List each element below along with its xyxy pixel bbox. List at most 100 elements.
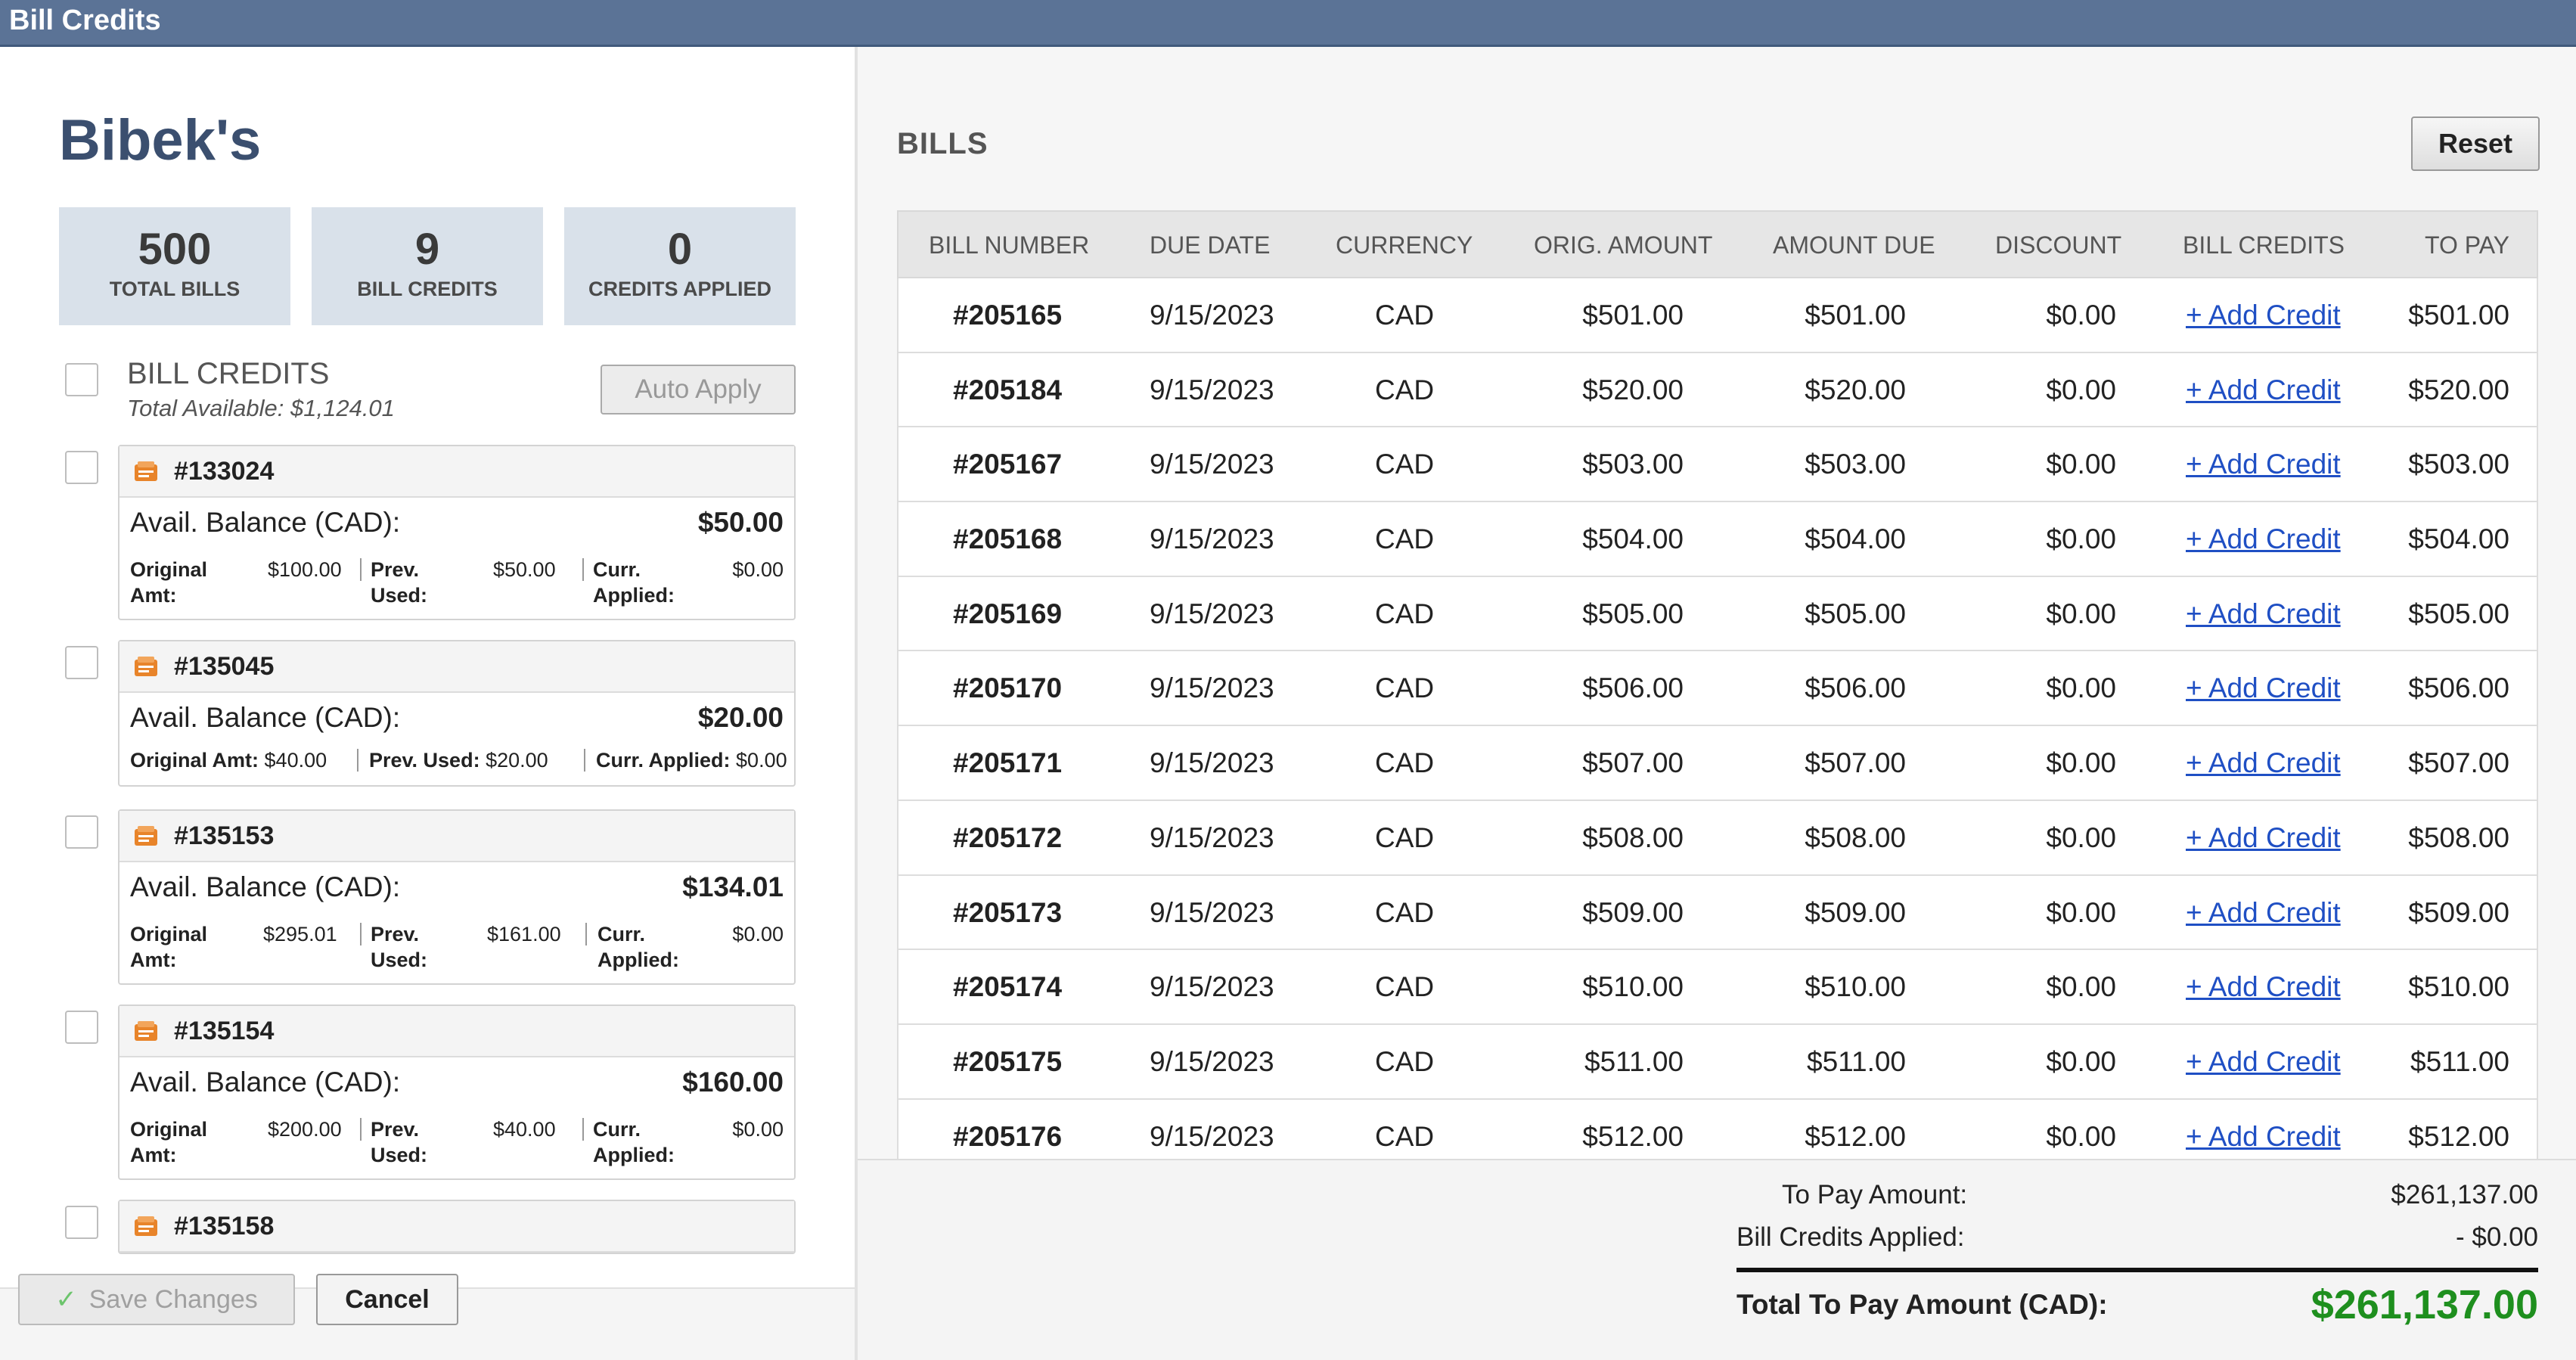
to-pay: $501.00 — [2408, 300, 2509, 331]
col-bill-number[interactable]: BILL NUMBER — [929, 231, 1089, 259]
orig-amount: $510.00 — [1582, 971, 1684, 1003]
avail-balance-label: Avail. Balance (CAD): — [130, 702, 401, 733]
prev-used-label-text: Prev. Used: — [371, 923, 428, 971]
curr-applied-label: Curr. Applied: — [597, 921, 696, 973]
reset-button[interactable]: Reset — [2411, 116, 2540, 171]
add-credit-link[interactable]: + Add Credit — [2186, 1121, 2341, 1153]
discount: $0.00 — [2046, 523, 2116, 555]
save-changes-label: Save Changes — [88, 1285, 258, 1314]
add-credit-link[interactable]: + Add Credit — [2186, 971, 2341, 1003]
add-credit-link[interactable]: + Add Credit — [2186, 300, 2341, 331]
due-date: 9/15/2023 — [1150, 971, 1274, 1003]
to-pay: $511.00 — [2410, 1045, 2509, 1077]
credit-checkbox[interactable] — [65, 815, 98, 849]
due-date: 9/15/2023 — [1150, 374, 1274, 405]
add-credit-link[interactable]: + Add Credit — [2186, 598, 2341, 630]
to-pay: $505.00 — [2408, 598, 2509, 629]
amount-due: $504.00 — [1805, 523, 1906, 555]
add-credit-link[interactable]: + Add Credit — [2186, 523, 2341, 555]
amount-due: $509.00 — [1805, 896, 1906, 928]
divider — [357, 749, 358, 772]
prev-used-label-text: Prev. Used: — [371, 558, 428, 607]
currency: CAD — [1375, 1120, 1435, 1152]
credit-checkbox[interactable] — [65, 646, 98, 679]
due-date: 9/15/2023 — [1150, 672, 1274, 704]
col-bill-credits[interactable]: BILL CREDITS — [2183, 231, 2345, 259]
curr-applied: Curr. Applied: $0.00 — [596, 747, 787, 773]
bill-number: #205167 — [953, 449, 1063, 480]
orig-amount: $503.00 — [1582, 449, 1684, 480]
due-date: 9/15/2023 — [1150, 1120, 1274, 1152]
original-amt-label: Original Amt: — [130, 921, 221, 973]
table-row: #205175 9/15/2023 CAD $511.00 $511.00 $0.00 + … — [897, 1024, 2538, 1100]
curr-applied-value: $0.00 — [736, 749, 787, 772]
orig-amount: $509.00 — [1582, 896, 1684, 928]
credit-number: #135158 — [174, 1212, 275, 1240]
table-row: #205168 9/15/2023 CAD $504.00 $504.00 $0.00 + … — [897, 502, 2538, 577]
credits-applied-label: Bill Credits Applied: — [1736, 1222, 1965, 1252]
col-orig-amount[interactable]: ORIG. AMOUNT — [1534, 231, 1712, 259]
curr-applied-label: Curr. Applied: — [596, 749, 731, 772]
amount-due: $505.00 — [1805, 598, 1906, 629]
table-row: #205184 9/15/2023 CAD $520.00 $520.00 $0.00 + … — [897, 352, 2538, 428]
credit-card: #133024 Avail. Balance (CAD): $50.00 Ori… — [118, 445, 796, 620]
prev-used-label: Prev. Used: — [369, 749, 480, 772]
discount: $0.00 — [2046, 747, 2116, 779]
table-row: #205174 9/15/2023 CAD $510.00 $510.00 $0.00 + … — [897, 950, 2538, 1025]
avail-balance-value: $160.00 — [682, 1067, 784, 1098]
orig-amount: $512.00 — [1582, 1120, 1684, 1152]
save-changes-button[interactable]: ✓ Save Changes — [18, 1274, 295, 1325]
currency: CAD — [1375, 374, 1435, 405]
avail-balance-value: $134.01 — [682, 871, 784, 902]
bill-number: #205176 — [953, 1120, 1063, 1152]
col-amount-due[interactable]: AMOUNT DUE — [1773, 231, 1935, 259]
credit-card-header: #135158 — [119, 1201, 794, 1253]
discount: $0.00 — [2046, 300, 2116, 331]
amount-due: $510.00 — [1805, 971, 1906, 1003]
col-to-pay[interactable]: TO PAY — [2425, 231, 2509, 259]
orig-amount: $508.00 — [1582, 821, 1684, 853]
to-pay-amount-value: $261,137.00 — [2391, 1180, 2538, 1209]
orig-amount: $504.00 — [1582, 523, 1684, 555]
credit-number: #135045 — [174, 652, 275, 681]
credit-checkbox[interactable] — [65, 451, 98, 484]
bill-credits-panel: Bibek's 500 TOTAL BILLS 9 BILL CREDITS 0… — [0, 47, 855, 1360]
divider — [584, 749, 585, 772]
currency: CAD — [1375, 449, 1435, 480]
add-credit-link[interactable]: + Add Credit — [2186, 449, 2341, 480]
cancel-button[interactable]: Cancel — [316, 1274, 458, 1325]
credit-checkbox[interactable] — [65, 1011, 98, 1044]
totals-panel — [858, 1159, 2576, 1360]
table-row: #205170 9/15/2023 CAD $506.00 $506.00 $0.00 + … — [897, 651, 2538, 727]
to-pay: $506.00 — [2408, 672, 2509, 704]
grand-total-label: Total To Pay Amount (CAD): — [1736, 1289, 2108, 1320]
add-credit-link[interactable]: + Add Credit — [2186, 672, 2341, 704]
divider — [360, 1118, 362, 1141]
add-credit-link[interactable]: + Add Credit — [2186, 747, 2341, 779]
col-currency[interactable]: CURRENCY — [1336, 231, 1473, 259]
currency: CAD — [1375, 300, 1435, 331]
stat-credits-applied: 0 CREDITS APPLIED — [564, 207, 796, 325]
auto-apply-button[interactable]: Auto Apply — [601, 365, 796, 415]
add-credit-link[interactable]: + Add Credit — [2186, 1046, 2341, 1078]
curr-applied-value: $0.00 — [732, 923, 784, 945]
currency: CAD — [1375, 598, 1435, 629]
discount: $0.00 — [2046, 598, 2116, 629]
bill-number: #205174 — [953, 971, 1063, 1003]
credit-card-header: #135154 — [119, 1006, 794, 1057]
divider — [582, 558, 584, 581]
due-date: 9/15/2023 — [1150, 821, 1274, 853]
add-credit-link[interactable]: + Add Credit — [2186, 897, 2341, 929]
bill-number: #205169 — [953, 598, 1063, 629]
add-credit-link[interactable]: + Add Credit — [2186, 822, 2341, 854]
table-row: #205172 9/15/2023 CAD $508.00 $508.00 $0.00 + … — [897, 800, 2538, 876]
credit-checkbox[interactable] — [65, 1206, 98, 1239]
col-due-date[interactable]: DUE DATE — [1150, 231, 1270, 259]
add-credit-link[interactable]: + Add Credit — [2186, 374, 2341, 406]
bill-number: #205172 — [953, 821, 1063, 853]
col-discount[interactable]: DISCOUNT — [1995, 231, 2121, 259]
to-pay: $512.00 — [2408, 1120, 2509, 1152]
stat-bill-credits: 9 BILL CREDITS — [312, 207, 543, 325]
select-all-credits-checkbox[interactable] — [65, 363, 98, 396]
table-row: #205173 9/15/2023 CAD $509.00 $509.00 $0.00 + … — [897, 875, 2538, 951]
